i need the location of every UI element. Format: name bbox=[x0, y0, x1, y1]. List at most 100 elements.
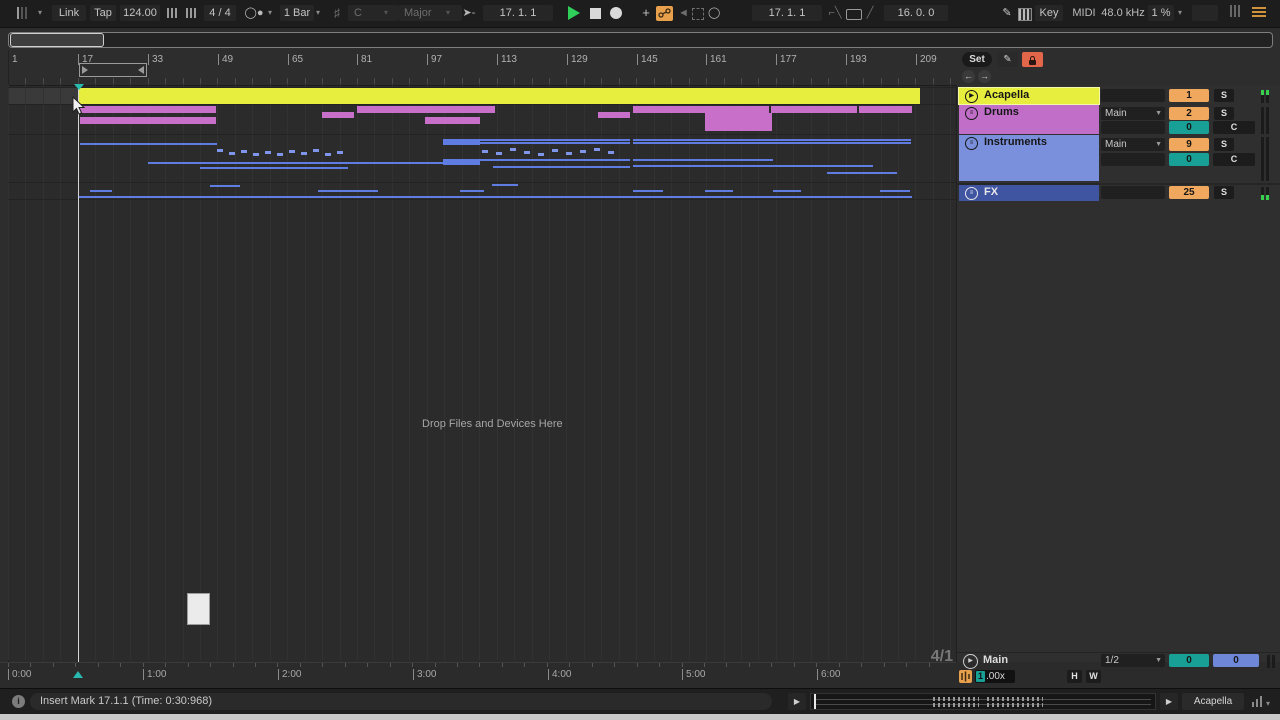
acapella-clip[interactable] bbox=[78, 88, 920, 104]
instruments-clip[interactable] bbox=[443, 159, 480, 165]
fx-clip[interactable] bbox=[90, 190, 112, 192]
fx-clip[interactable] bbox=[705, 190, 733, 192]
width-zoom-button[interactable]: W bbox=[1086, 670, 1101, 683]
instruments-clip[interactable] bbox=[633, 139, 911, 141]
track-header-instruments[interactable]: ≡ Instruments Main▼ 9 S 0 C bbox=[957, 135, 1280, 181]
loop-region[interactable] bbox=[79, 63, 147, 77]
instruments-clip[interactable] bbox=[480, 159, 630, 161]
instruments-clip[interactable] bbox=[480, 139, 630, 141]
io-box[interactable] bbox=[1101, 89, 1165, 102]
window-options-caret[interactable]: ▾ bbox=[38, 5, 42, 21]
drums-clip[interactable] bbox=[357, 106, 495, 113]
group-fold-icon[interactable]: ≡ bbox=[965, 107, 978, 120]
track-name-block[interactable]: ≡ Instruments bbox=[959, 135, 1099, 181]
computer-midi-keyboard-icon[interactable] bbox=[1018, 8, 1032, 21]
drums-clip[interactable] bbox=[705, 113, 772, 131]
key-root-menu[interactable]: C bbox=[348, 5, 398, 21]
drums-clip[interactable] bbox=[425, 117, 480, 124]
play-button[interactable] bbox=[568, 6, 580, 20]
loop-start-field[interactable]: 17. 1. 1 bbox=[752, 5, 822, 21]
track-play-icon[interactable]: ▶ bbox=[965, 90, 978, 103]
loop-length-field[interactable]: 16. 0. 0 bbox=[884, 5, 948, 21]
quantize-caret[interactable]: ▾ bbox=[316, 5, 320, 21]
re-enable-automation-icon[interactable]: ◄ bbox=[678, 5, 688, 21]
output-routing-menu[interactable]: Main▼ bbox=[1101, 138, 1165, 151]
loop-toggle-icon[interactable]: ◯ bbox=[708, 5, 720, 21]
time-signature-field[interactable]: 4 / 4 bbox=[204, 5, 236, 21]
track-name-block[interactable]: ≡ FX bbox=[959, 185, 1099, 201]
link-button[interactable]: Link bbox=[52, 5, 86, 21]
arrangement-overview[interactable] bbox=[0, 28, 1280, 50]
fx-clip[interactable] bbox=[773, 190, 801, 192]
instruments-clip[interactable] bbox=[633, 159, 773, 161]
punch-in-icon[interactable]: ⌐╲ bbox=[828, 5, 842, 21]
clip-play-button[interactable]: ▶ bbox=[1160, 693, 1178, 710]
fx-clip[interactable] bbox=[78, 196, 912, 198]
instruments-clip[interactable] bbox=[443, 139, 480, 145]
track-header-acapella[interactable]: ▶ Acapella 1 S bbox=[957, 88, 1280, 104]
height-zoom-button[interactable]: H bbox=[1067, 670, 1082, 683]
chart-caret[interactable]: ▾ bbox=[1266, 696, 1270, 712]
locator-pencil-button[interactable]: ✎ bbox=[997, 52, 1018, 67]
draw-pencil-icon[interactable]: ✎ bbox=[1000, 5, 1014, 21]
solo-button[interactable]: S bbox=[1214, 89, 1234, 102]
stop-button[interactable] bbox=[590, 8, 601, 19]
sub-io-box[interactable] bbox=[1101, 121, 1165, 134]
solo-button[interactable]: S bbox=[1214, 138, 1234, 151]
master-track-header[interactable]: ▶ Main 1/2▼ 0 0 bbox=[957, 652, 1280, 669]
clip-preview-strip[interactable] bbox=[810, 693, 1156, 710]
drums-clip[interactable] bbox=[80, 106, 216, 113]
preview-play-button[interactable]: ▶ bbox=[788, 693, 806, 710]
overview-viewport[interactable] bbox=[10, 33, 104, 47]
track-activator[interactable]: 2 bbox=[1169, 107, 1209, 120]
track-header-fx[interactable]: ≡ FX 25 S bbox=[957, 183, 1280, 201]
io-box[interactable] bbox=[1101, 186, 1165, 199]
group-fold-icon[interactable]: ≡ bbox=[965, 137, 978, 150]
cue-button[interactable]: C bbox=[1213, 153, 1255, 166]
automation-mode-button[interactable] bbox=[656, 6, 673, 21]
group-fold-icon[interactable]: ≡ bbox=[965, 187, 978, 200]
solo-button[interactable]: S bbox=[1214, 186, 1234, 199]
drums-clip[interactable] bbox=[771, 106, 857, 113]
record-button[interactable] bbox=[610, 7, 622, 19]
instruments-clip[interactable] bbox=[493, 166, 630, 168]
draw-mode-icon[interactable] bbox=[692, 8, 704, 20]
fx-clip[interactable] bbox=[460, 190, 484, 192]
key-scale-caret[interactable]: ▾ bbox=[446, 5, 450, 21]
cue-button[interactable]: C bbox=[1213, 121, 1255, 134]
fx-clip[interactable] bbox=[210, 185, 240, 187]
track-activator[interactable]: 25 bbox=[1169, 186, 1209, 199]
menu-hamburger-icon[interactable] bbox=[1252, 5, 1266, 19]
tempo-field[interactable]: 124.00 bbox=[120, 5, 160, 21]
set-locator-button[interactable]: Set bbox=[962, 52, 992, 67]
fx-clip[interactable] bbox=[633, 190, 663, 192]
drums-clip[interactable] bbox=[859, 106, 912, 113]
instruments-clip[interactable] bbox=[633, 142, 911, 144]
loop-switch-icon[interactable] bbox=[846, 9, 862, 20]
instruments-clip[interactable] bbox=[200, 167, 348, 169]
send-chip[interactable]: 0 bbox=[1169, 121, 1209, 134]
prev-locator-button[interactable]: ← bbox=[962, 70, 975, 83]
track-activator[interactable]: 9 bbox=[1169, 138, 1209, 151]
follow-button[interactable]: ➤‑ bbox=[460, 5, 478, 21]
time-ruler[interactable]: 0:001:002:003:004:005:006:00 bbox=[0, 662, 956, 688]
bar-chart-icon[interactable] bbox=[1252, 695, 1262, 707]
master-send-chip[interactable]: 0 bbox=[1169, 654, 1209, 667]
send-chip[interactable]: 0 bbox=[1169, 153, 1209, 166]
drums-clip[interactable] bbox=[598, 112, 630, 118]
key-scale-menu[interactable]: Major bbox=[398, 5, 462, 21]
track-name-block[interactable]: ≡ Drums bbox=[959, 105, 1099, 134]
arrangement-position-field[interactable]: 17. 1. 1 bbox=[483, 5, 553, 21]
key-root-caret[interactable]: ▾ bbox=[384, 5, 388, 21]
loop-end-handle[interactable] bbox=[138, 66, 144, 74]
loop-start-handle[interactable] bbox=[82, 66, 88, 74]
fx-clip[interactable] bbox=[880, 190, 910, 192]
fx-clip[interactable] bbox=[492, 184, 518, 186]
track-header-drums[interactable]: ≡ Drums Main▼ 2 S 0 C bbox=[957, 105, 1280, 134]
fx-clip[interactable] bbox=[318, 190, 378, 192]
instruments-clip[interactable] bbox=[480, 142, 630, 144]
lock-envelopes-button[interactable] bbox=[1022, 52, 1043, 67]
drums-clip[interactable] bbox=[633, 106, 769, 113]
drums-clip[interactable] bbox=[80, 117, 216, 124]
instruments-clip[interactable] bbox=[148, 162, 480, 164]
